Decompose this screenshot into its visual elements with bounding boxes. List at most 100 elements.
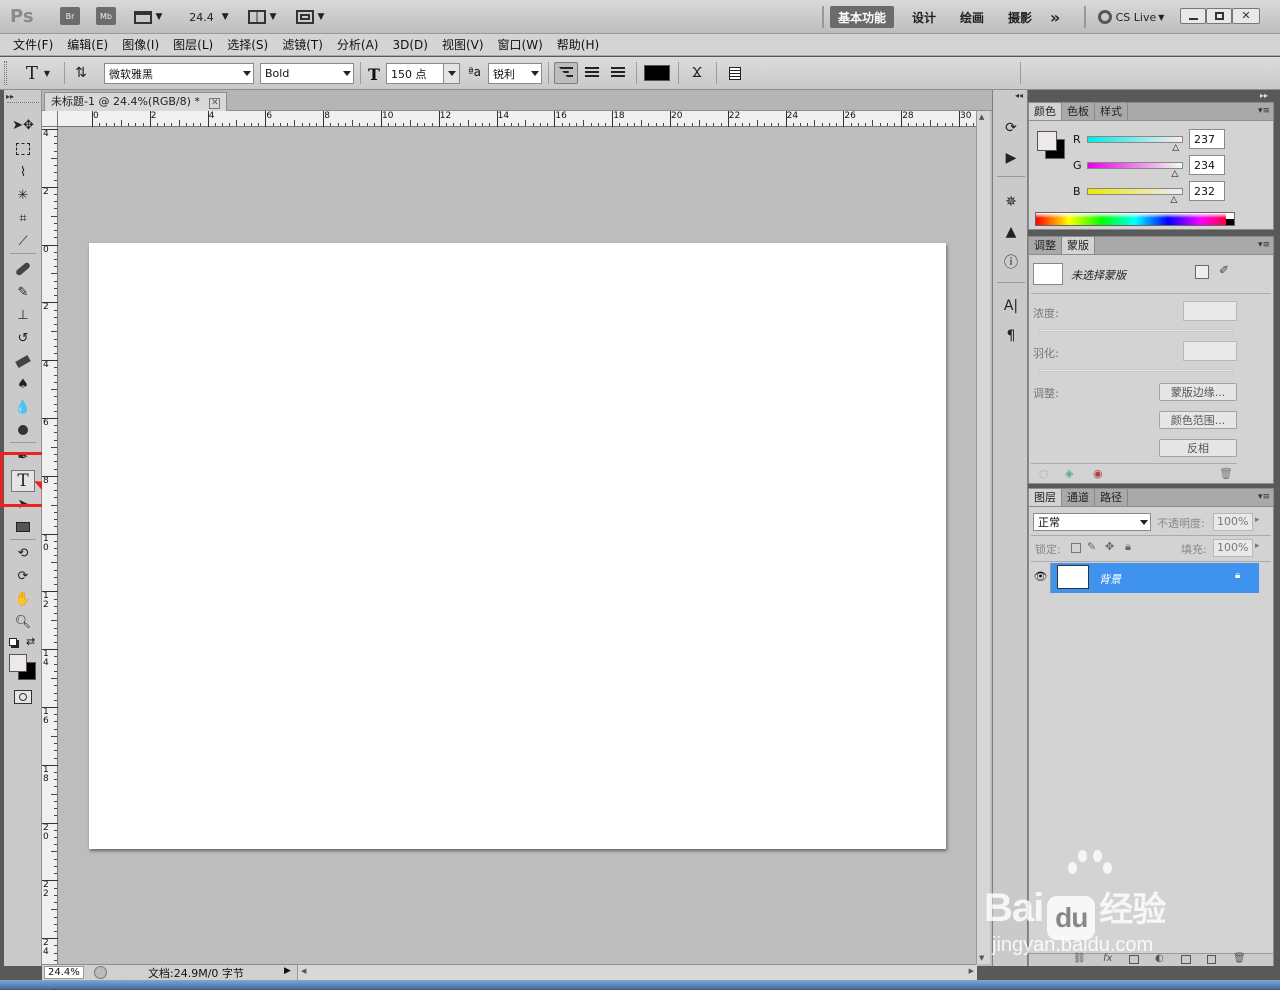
pixel-mask-icon[interactable] <box>1195 265 1209 279</box>
antialias-select[interactable]: 锐利 <box>488 63 542 84</box>
opacity-input[interactable]: 100% <box>1213 513 1253 531</box>
channel-b-slider[interactable] <box>1087 188 1183 195</box>
tab-masks[interactable]: 蒙版 <box>1062 237 1095 254</box>
new-group-icon[interactable] <box>1181 955 1191 964</box>
channel-r-slider[interactable] <box>1087 136 1183 143</box>
channel-b-input[interactable]: 232 <box>1189 181 1225 201</box>
eraser-tool[interactable] <box>11 350 35 372</box>
3d-orbit-tool[interactable]: ⟳ <box>11 565 35 587</box>
menu-image[interactable]: 图像(I) <box>115 34 166 56</box>
align-center-button[interactable] <box>580 62 604 84</box>
tool-preset-picker[interactable]: T ▼ <box>18 62 58 84</box>
info-panel-icon[interactable]: ⓘ <box>1000 252 1022 272</box>
dodge-tool[interactable] <box>11 419 35 441</box>
status-menu-icon[interactable]: ▶ <box>284 966 291 976</box>
menu-layer[interactable]: 图层(L) <box>166 34 220 56</box>
warp-text-button[interactable]: Ϫ <box>686 62 708 84</box>
tab-color[interactable]: 颜色 <box>1029 103 1062 120</box>
arrange-documents-button[interactable]: ▼ <box>244 6 280 28</box>
workspace-painting[interactable]: 绘画 <box>952 6 992 28</box>
move-tool[interactable]: ➤✥ <box>11 114 35 136</box>
restore-button[interactable] <box>1206 8 1232 24</box>
character-panel-icon[interactable]: A| <box>1000 296 1022 316</box>
history-brush-tool[interactable]: ↺ <box>11 327 35 349</box>
color-fg-swatch[interactable] <box>1037 131 1057 151</box>
horizontal-scrollbar[interactable]: ◀ ▶ <box>297 965 977 980</box>
eyedropper-tool[interactable]: ⟋ <box>11 230 35 252</box>
zoom-tool[interactable]: 🔍︎ <box>11 611 35 633</box>
blur-tool[interactable]: 💧 <box>11 396 35 418</box>
tab-paths[interactable]: 路径 <box>1095 489 1128 506</box>
menu-analysis[interactable]: 分析(A) <box>330 34 386 56</box>
swap-colors-icon[interactable]: ⇄ <box>26 635 35 648</box>
panel-menu-icon[interactable]: ▾≡ <box>1258 106 1270 116</box>
blend-mode-select[interactable]: 正常 <box>1033 513 1151 531</box>
workspace-design[interactable]: 设计 <box>904 6 944 28</box>
color-spectrum-bar[interactable] <box>1035 212 1235 226</box>
adjustment-layer-icon[interactable]: ◐ <box>1155 953 1164 964</box>
brush-tool[interactable]: ✎ <box>11 281 35 303</box>
horizontal-ruler[interactable]: 0 2 4 6 8 10 12 14 16 18 20 22 24 26 28 30 <box>58 111 1011 127</box>
bridge-button[interactable]: Br <box>60 7 80 25</box>
marquee-tool[interactable] <box>11 138 35 160</box>
channel-g-thumb[interactable]: △ <box>1171 169 1178 179</box>
menu-view[interactable]: 视图(V) <box>435 34 491 56</box>
lock-transparency-icon[interactable] <box>1071 543 1081 553</box>
menu-filter[interactable]: 滤镜(T) <box>275 34 330 56</box>
history-panel-icon[interactable]: ⟳ <box>1000 118 1022 138</box>
align-left-button[interactable] <box>554 62 578 84</box>
delete-mask-icon[interactable]: 🗑︎ <box>1219 467 1233 480</box>
tab-swatches[interactable]: 色板 <box>1062 103 1095 120</box>
menu-file[interactable]: 文件(F) <box>6 34 60 56</box>
new-layer-icon[interactable] <box>1207 955 1216 964</box>
scroll-up-icon[interactable]: ▲ <box>979 113 984 121</box>
document-tab[interactable]: 未标题-1 @ 24.4%(RGB/8) * ✕ <box>44 92 228 111</box>
quick-mask-button[interactable] <box>14 690 32 704</box>
layer-visibility-eye-icon[interactable]: 👁︎ <box>1031 563 1051 593</box>
status-zoom-field[interactable]: 24.4% <box>44 966 84 979</box>
workspace-photography[interactable]: 摄影 <box>1000 6 1040 28</box>
histogram-panel-icon[interactable]: ▲ <box>1000 222 1022 242</box>
apply-mask-icon[interactable]: ◈ <box>1065 467 1073 480</box>
tab-styles[interactable]: 样式 <box>1095 103 1128 120</box>
foreground-color-swatch[interactable] <box>9 654 27 672</box>
scroll-right-icon[interactable]: ▶ <box>969 967 974 975</box>
channel-r-input[interactable]: 237 <box>1189 129 1225 149</box>
rectangle-tool[interactable] <box>11 516 35 538</box>
toolbox-collapse-icon[interactable]: ▸▸ <box>6 92 14 101</box>
navigator-panel-icon[interactable]: ✵ <box>1000 192 1022 212</box>
channel-g-slider[interactable] <box>1087 162 1183 169</box>
color-range-button[interactable]: 颜色范围... <box>1159 411 1237 429</box>
view-extras-button[interactable]: ▼ <box>130 6 166 28</box>
lock-position-icon[interactable]: ✥ <box>1105 540 1114 553</box>
opacity-arrow-icon[interactable]: ▸ <box>1255 515 1260 525</box>
feather-input[interactable] <box>1183 341 1237 361</box>
scroll-down-icon[interactable]: ▼ <box>979 954 984 962</box>
minibridge-button[interactable]: Mb <box>96 7 116 25</box>
menu-edit[interactable]: 编辑(E) <box>60 34 115 56</box>
cs-live-button[interactable]: CS Live ▼ <box>1094 6 1168 28</box>
vertical-ruler[interactable]: 4 2 0 2 4 6 8 1 0 1 2 1 4 1 6 1 8 2 0 2 2 2 4 <box>42 127 58 990</box>
font-family-select[interactable]: 微软雅黑 <box>104 63 254 84</box>
toggle-orientation-button[interactable]: ⇅ <box>70 62 92 84</box>
hand-tool[interactable]: ✋ <box>11 588 35 610</box>
panel-menu-icon[interactable]: ▾≡ <box>1258 492 1270 502</box>
density-slider[interactable] <box>1039 329 1233 332</box>
tab-layers[interactable]: 图层 <box>1029 489 1062 506</box>
status-info-icon[interactable] <box>94 966 107 979</box>
disable-mask-icon[interactable]: ◉ <box>1093 467 1103 480</box>
fill-input[interactable]: 100% <box>1213 539 1253 557</box>
channel-r-thumb[interactable]: △ <box>1172 143 1179 153</box>
healing-brush-tool[interactable] <box>11 258 35 280</box>
link-layers-icon[interactable]: ⛓ <box>1073 953 1086 964</box>
more-workspaces-button[interactable]: » <box>1042 6 1068 28</box>
menu-help[interactable]: 帮助(H) <box>550 34 606 56</box>
channel-g-input[interactable]: 234 <box>1189 155 1225 175</box>
delete-layer-icon[interactable]: 🗑︎ <box>1233 953 1246 964</box>
minimize-button[interactable] <box>1180 8 1206 24</box>
actions-panel-icon[interactable]: ▶ <box>1000 148 1022 168</box>
lasso-tool[interactable]: ⌇ <box>11 161 35 183</box>
font-size-input[interactable]: 150 点 <box>386 63 460 84</box>
text-color-swatch[interactable] <box>644 65 670 81</box>
default-colors-icon[interactable] <box>9 638 17 646</box>
